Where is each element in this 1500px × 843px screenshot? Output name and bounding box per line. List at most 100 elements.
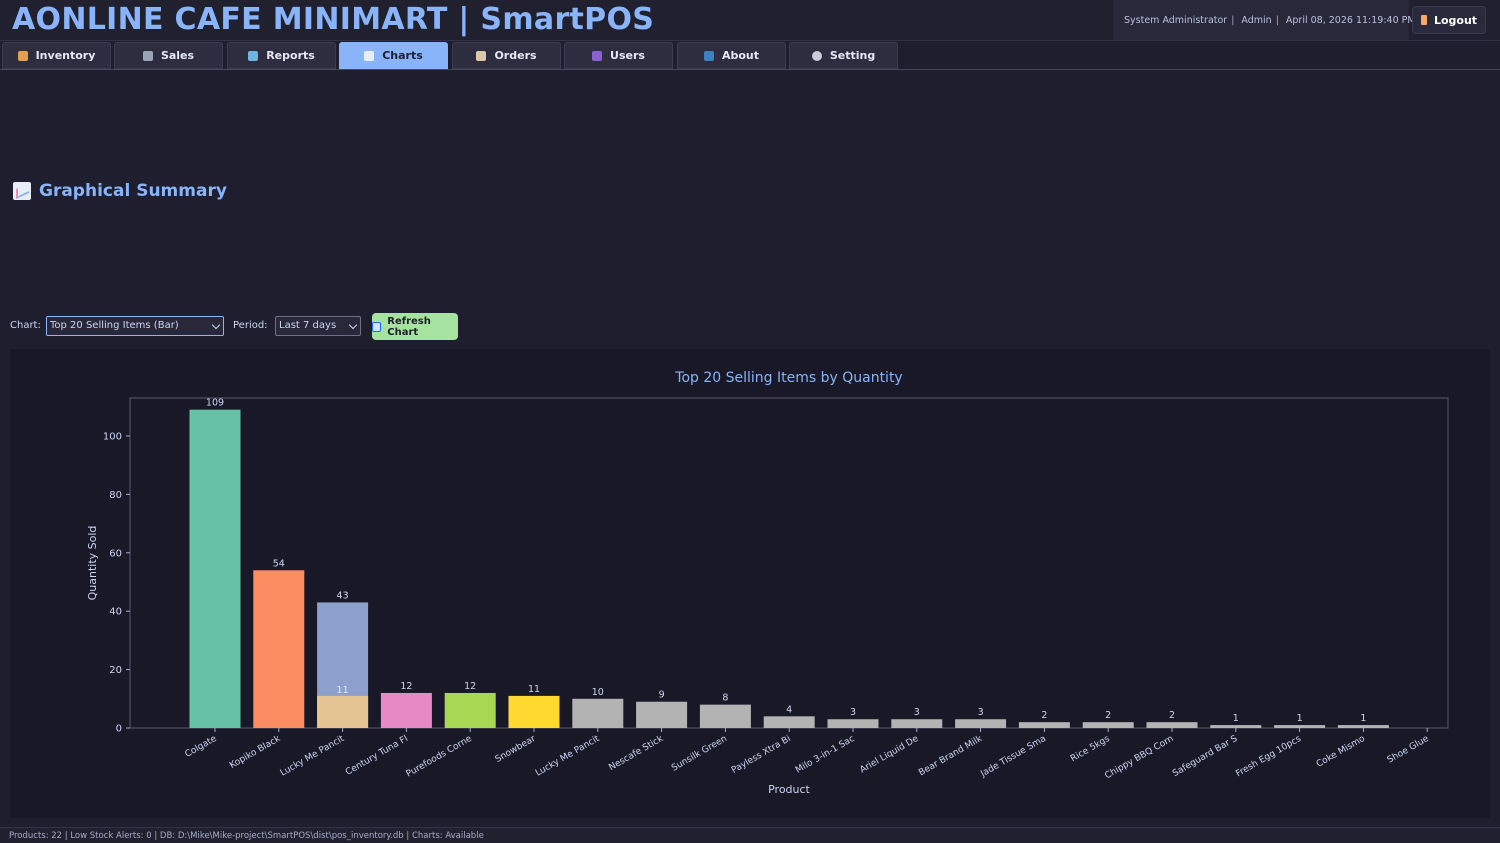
clipboard-icon <box>476 50 487 61</box>
tab-bar: Inventory Sales Reports Charts Orders Us… <box>0 41 1500 70</box>
data-label: 3 <box>914 707 920 718</box>
bar <box>508 695 560 728</box>
x-tick-label: Coke Mismo <box>1315 734 1367 770</box>
bar <box>572 698 624 728</box>
y-tick-label: 80 <box>109 490 122 501</box>
x-tick-label: Shoe Glue <box>1386 734 1431 766</box>
tab-label: Charts <box>382 49 423 62</box>
user-role: System Administrator <box>1124 14 1228 26</box>
x-tick-label: Chippy BBQ Corn <box>1103 734 1175 781</box>
bar <box>636 701 688 728</box>
bar <box>1018 722 1070 728</box>
chevron-down-icon <box>348 320 358 330</box>
y-tick-label: 0 <box>116 724 122 735</box>
data-label: 54 <box>273 558 285 569</box>
chart-type-value: Top 20 Selling Items (Bar) <box>50 320 179 331</box>
bar-overlay <box>317 695 369 728</box>
bar <box>827 719 879 728</box>
data-label: 12 <box>400 681 412 692</box>
bar <box>1274 725 1326 728</box>
y-axis-label: Quantity Sold <box>86 526 99 601</box>
box-icon <box>17 50 28 61</box>
chart-panel: Top 20 Selling Items by Quantity 0 20 40 60 8… <box>10 349 1490 818</box>
x-tick-label: Milo 3-in-1 Sac <box>794 734 856 776</box>
tab-setting[interactable]: Setting <box>789 42 898 69</box>
x-tick-label: Snowbear <box>494 734 538 765</box>
line-chart-icon <box>364 50 375 61</box>
tab-reports[interactable]: Reports <box>227 42 336 69</box>
x-tick-label: Lucky Me Pancit <box>534 734 602 779</box>
tab-label: Inventory <box>35 49 96 62</box>
app-header: AONLINE CAFE MINIMART | SmartPOS System … <box>0 0 1500 41</box>
username: Admin <box>1241 14 1272 26</box>
refresh-label: Refresh Chart <box>387 315 431 338</box>
data-label: 10 <box>592 687 604 698</box>
x-tick-label: Rice 5kgs <box>1069 734 1112 765</box>
door-icon <box>1420 15 1427 25</box>
x-tick-label: Ariel Liquid De <box>858 734 920 776</box>
y-tick-label: 20 <box>109 665 122 676</box>
x-tick-label: Lucky Me Pancit <box>279 734 347 779</box>
x-tick-label: Payless Xtra Bi <box>730 734 793 776</box>
chart-label: Chart: <box>10 320 41 331</box>
tab-label: Users <box>610 49 645 62</box>
tab-orders[interactable]: Orders <box>452 42 561 69</box>
refresh-chart-button[interactable]: Refresh Chart <box>372 313 458 340</box>
period-select[interactable]: Last 7 days <box>275 316 361 336</box>
tab-charts[interactable]: Charts <box>339 42 448 69</box>
bar <box>1082 722 1134 728</box>
data-label: 12 <box>464 681 476 692</box>
x-tick-label: Kopiko Black <box>228 734 283 771</box>
x-tick-label: Jade Tissue Sma <box>978 734 1048 780</box>
tab-label: Reports <box>266 49 315 62</box>
bar <box>699 704 751 728</box>
data-label: 43 <box>337 590 349 601</box>
data-label: 3 <box>978 707 984 718</box>
x-tick-label: Sunsilk Green <box>670 734 729 774</box>
period-label: Period: <box>233 320 268 331</box>
tab-label: Sales <box>160 49 195 62</box>
x-tick-label: Purefoods Corne <box>405 734 475 780</box>
data-label: 9 <box>659 690 665 701</box>
gear-icon <box>811 50 822 61</box>
bar <box>444 692 496 728</box>
bar <box>1146 722 1198 728</box>
bar <box>189 409 241 728</box>
tab-sales[interactable]: Sales <box>114 42 223 69</box>
cash-register-icon <box>142 50 153 61</box>
page-title-text: Graphical Summary <box>39 181 227 201</box>
data-label: 109 <box>206 398 224 409</box>
data-label: 11 <box>528 684 540 695</box>
data-label: 11 <box>337 685 349 696</box>
line-chart-icon <box>13 182 31 200</box>
data-label: 1 <box>1297 713 1303 724</box>
y-tick-label: 60 <box>109 548 122 559</box>
tab-users[interactable]: Users <box>564 42 673 69</box>
chart-type-select[interactable]: Top 20 Selling Items (Bar) <box>46 316 224 336</box>
bar <box>1210 725 1262 728</box>
tab-inventory[interactable]: Inventory <box>2 42 111 69</box>
bar-chart: Top 20 Selling Items by Quantity 0 20 40 60 8… <box>86 370 1449 796</box>
page-title: Graphical Summary <box>13 181 227 201</box>
app-title: AONLINE CAFE MINIMART | SmartPOS <box>12 2 655 37</box>
chevron-down-icon <box>211 320 221 330</box>
logout-button[interactable]: Logout <box>1412 6 1486 34</box>
period-value: Last 7 days <box>279 320 337 331</box>
x-tick-label: Century Tuna Fl <box>344 734 410 778</box>
bar <box>380 692 432 728</box>
x-axis-label: Product <box>768 783 810 796</box>
separator: | <box>1231 14 1235 26</box>
tab-label: Orders <box>494 49 537 62</box>
data-label: 2 <box>1105 710 1111 721</box>
data-label: 4 <box>786 704 792 715</box>
data-label: 2 <box>1169 710 1175 721</box>
tab-about[interactable]: About <box>677 42 786 69</box>
data-label: 3 <box>850 707 856 718</box>
bar <box>891 719 943 728</box>
data-label: 8 <box>722 693 728 704</box>
tab-label: Setting <box>829 49 876 62</box>
bar-chart-icon <box>248 50 259 61</box>
datetime: April 08, 2026 11:19:40 PM <box>1285 14 1416 26</box>
data-label: 1 <box>1360 713 1366 724</box>
x-tick-label: Nescafe Stick <box>607 734 665 773</box>
